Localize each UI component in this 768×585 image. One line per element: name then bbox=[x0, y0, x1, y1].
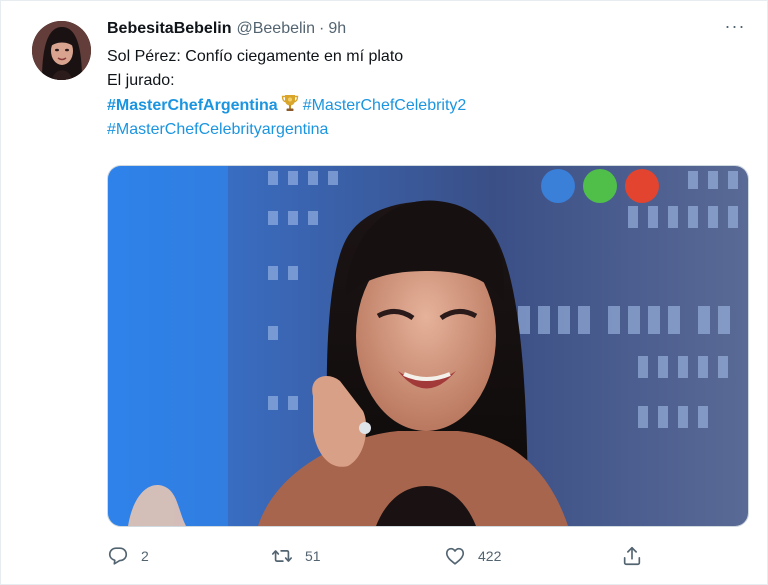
media-photo bbox=[108, 166, 748, 526]
hashtag-line-2: #MasterChefCelebrityargentina bbox=[107, 118, 747, 142]
timestamp[interactable]: 9h bbox=[328, 17, 346, 41]
like-count: 422 bbox=[478, 548, 502, 564]
tweet-text: Sol Pérez: Confío ciegamente en mí plato… bbox=[107, 45, 747, 142]
more-options-icon[interactable]: ··· bbox=[723, 17, 747, 39]
tweet-media-image[interactable] bbox=[107, 165, 749, 527]
tweet-actions: 2 51 422 bbox=[107, 542, 647, 570]
tweet-line-2: El jurado: bbox=[107, 72, 175, 89]
hashtag-masterchefcelebrityargentina[interactable]: #MasterChefCelebrityargentina bbox=[107, 121, 328, 138]
tweet-header: BebesitaBebelin @Beebelin · 9h bbox=[107, 17, 747, 41]
avatar[interactable] bbox=[32, 21, 91, 80]
avatar-image bbox=[32, 21, 91, 80]
speech-bubble-icon bbox=[108, 547, 128, 565]
user-handle[interactable]: @Beebelin bbox=[236, 17, 315, 41]
retweet-button[interactable]: 51 bbox=[271, 542, 321, 570]
hashtag-line-1: #MasterChefArgentina #MasterChefCelebrit… bbox=[107, 93, 747, 118]
separator-dot: · bbox=[319, 20, 325, 37]
display-name[interactable]: BebesitaBebelin bbox=[107, 17, 231, 41]
like-button[interactable]: 422 bbox=[444, 542, 501, 570]
tweet-card[interactable]: BebesitaBebelin @Beebelin · 9h ··· Sol P… bbox=[0, 0, 768, 585]
tweet-content: BebesitaBebelin @Beebelin · 9h ··· Sol P… bbox=[107, 17, 747, 142]
hashtag-masterchefcelebrity2[interactable]: #MasterChefCelebrity2 bbox=[303, 97, 467, 114]
retweet-count: 51 bbox=[305, 548, 321, 564]
upload-share-icon bbox=[623, 546, 641, 566]
hashtag-masterchefargentina[interactable]: #MasterChefArgentina bbox=[107, 97, 278, 114]
share-button[interactable] bbox=[621, 542, 643, 570]
reply-count: 2 bbox=[141, 548, 149, 564]
trophy-icon bbox=[281, 95, 298, 111]
retweet-arrows-icon bbox=[272, 550, 292, 562]
heart-icon bbox=[445, 547, 465, 565]
tweet-line-1: Sol Pérez: Confío ciegamente en mí plato bbox=[107, 48, 404, 65]
reply-button[interactable]: 2 bbox=[107, 542, 149, 570]
